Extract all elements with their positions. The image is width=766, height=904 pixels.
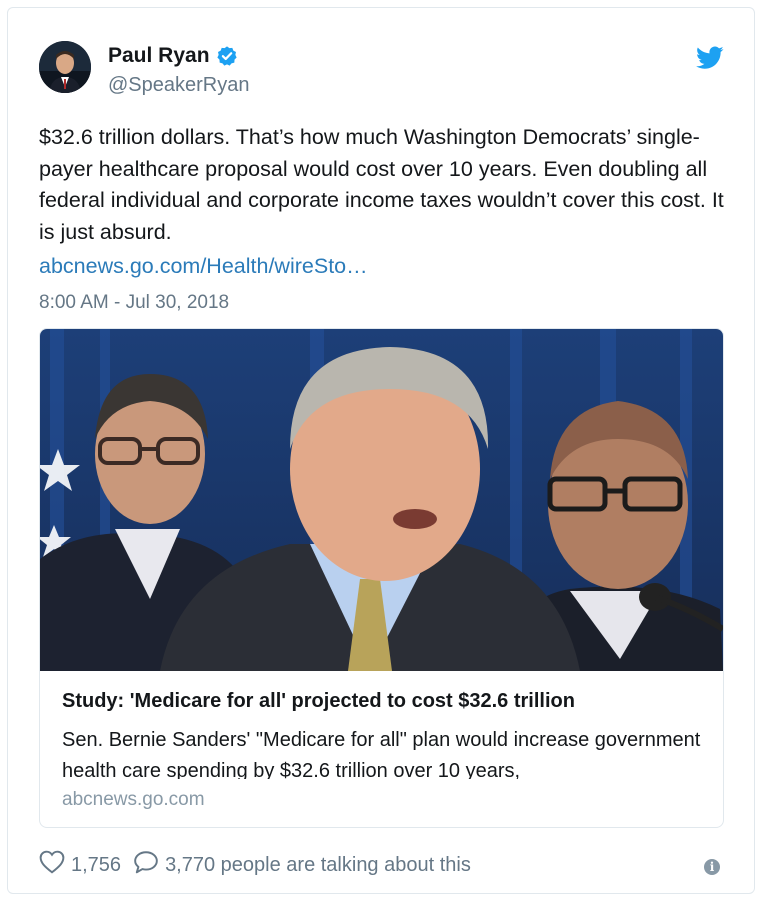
tweet-timestamp[interactable]: 8:00 AM - Jul 30, 2018 <box>39 292 229 314</box>
like-action[interactable]: 1,756 <box>39 850 121 880</box>
info-icon[interactable]: i <box>704 859 720 875</box>
verified-badge-icon <box>216 45 238 67</box>
tweet-link[interactable]: abcnews.go.com/Health/wireSto… <box>39 254 368 279</box>
author-handle[interactable]: @SpeakerRyan <box>108 74 249 97</box>
author-name[interactable]: Paul Ryan <box>108 44 238 68</box>
speech-bubble-icon[interactable] <box>133 850 159 880</box>
card-title[interactable]: Study: 'Medicare for all' projected to c… <box>62 690 575 713</box>
card-image[interactable] <box>40 329 723 671</box>
tweet-text: $32.6 trillion dollars. That’s how much … <box>39 125 724 244</box>
tweet-embed: Paul Ryan @SpeakerRyan $32.6 trillion do… <box>7 7 755 894</box>
author-name-text[interactable]: Paul Ryan <box>108 44 210 68</box>
reply-action[interactable]: 3,770 people are talking about this <box>133 850 471 880</box>
link-card[interactable]: Study: 'Medicare for all' projected to c… <box>39 328 724 828</box>
avatar[interactable] <box>39 41 91 93</box>
card-description: Sen. Bernie Sanders' "Medicare for all" … <box>62 729 701 779</box>
reply-count-text[interactable]: 3,770 people are talking about this <box>165 854 471 877</box>
twitter-bird-icon[interactable] <box>696 46 724 70</box>
like-count[interactable]: 1,756 <box>71 854 121 877</box>
card-domain: abcnews.go.com <box>62 789 205 810</box>
heart-icon[interactable] <box>39 850 65 880</box>
tweet-actions: 1,756 3,770 people are talking about thi… <box>39 850 471 880</box>
